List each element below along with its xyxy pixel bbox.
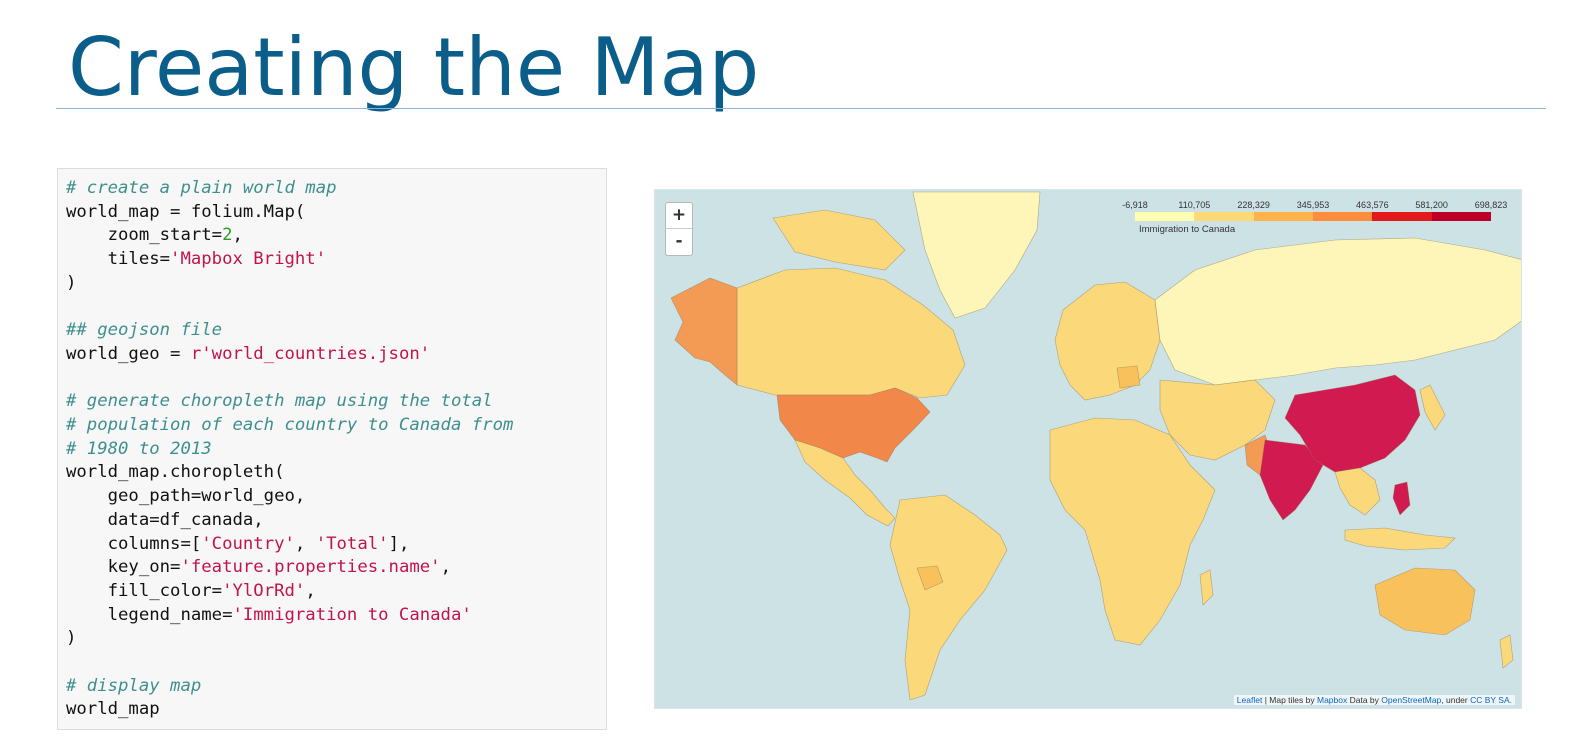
code-string: 'YlOrRd' xyxy=(222,580,306,601)
mapbox-link[interactable]: Mapbox xyxy=(1317,695,1347,705)
legend-tick-label: 698,823 xyxy=(1474,200,1508,210)
code-line: fill_color='YlOrRd', xyxy=(66,581,316,601)
code-text: ) xyxy=(66,272,77,293)
code-comment: # display map xyxy=(66,675,202,696)
code-text: , xyxy=(440,557,451,578)
legend-tick-label: 463,576 xyxy=(1356,200,1389,210)
code-line: data=df_canada, xyxy=(66,510,264,530)
code-line: world_map.choropleth( xyxy=(66,462,285,482)
code-line: # create a plain world map xyxy=(66,178,337,198)
code-number: 2 xyxy=(222,225,233,246)
openstreetmap-link[interactable]: OpenStreetMap xyxy=(1381,695,1441,705)
code-line: geo_path=world_geo, xyxy=(66,486,306,507)
code-text: world_map xyxy=(66,699,160,720)
code-line: columns=['Country', 'Total'], xyxy=(66,533,410,554)
code-line: # 1980 to 2013 xyxy=(66,439,212,459)
map-attribution: Leaflet | Map tiles by Mapbox Data by Op… xyxy=(1233,695,1515,705)
code-text: zoom_start= xyxy=(66,225,223,246)
code-string: 'Immigration to Canada' xyxy=(232,604,472,625)
code-text: legend_name= xyxy=(66,604,233,625)
legend-color-step xyxy=(1372,212,1432,221)
code-line: ## geojson file xyxy=(66,320,222,340)
code-text: columns=[ xyxy=(66,533,202,554)
legend-color-step xyxy=(1312,212,1373,221)
code-cell[interactable]: # create a plain world map world_map = f… xyxy=(57,168,607,730)
legend-color-step xyxy=(1135,212,1195,221)
legend-tick-label: 110,705 xyxy=(1178,200,1211,210)
code-comment: # 1980 to 2013 xyxy=(66,438,212,459)
code-text: key_on= xyxy=(66,557,181,578)
zoom-out-button[interactable]: - xyxy=(666,229,692,255)
code-text: world_geo = xyxy=(66,343,191,364)
code-line: # population of each country to Canada f… xyxy=(66,415,513,435)
attribution-text-1: | Map tiles by xyxy=(1262,695,1317,705)
code-text: , xyxy=(294,533,316,554)
world-map xyxy=(655,190,1521,708)
legend-color-bar xyxy=(1135,212,1491,221)
legend-tick-label: 581,200 xyxy=(1415,200,1448,210)
code-comment: ## geojson file xyxy=(66,320,223,341)
code-line: tiles='Mapbox Bright' xyxy=(66,249,327,270)
code-string: 'Mapbox Bright' xyxy=(170,249,327,270)
title-rule xyxy=(56,108,1546,109)
zoom-control: + - xyxy=(665,202,693,256)
poland-region[interactable] xyxy=(1116,365,1141,389)
code-comment: # population of each country to Canada f… xyxy=(66,415,514,436)
legend-color-step xyxy=(1431,212,1491,221)
code-string: 'feature.properties.name' xyxy=(180,557,441,578)
legend-caption: Immigration to Canada xyxy=(1139,224,1236,235)
code-text: geo_path=world_geo, xyxy=(66,486,306,507)
code-text: , xyxy=(305,580,316,601)
code-text: fill_color= xyxy=(66,580,223,601)
code-string: 'Total' xyxy=(315,533,389,554)
legend-color-step xyxy=(1253,212,1313,221)
legend-color-step xyxy=(1194,212,1254,221)
legend-tick-label: 228,329 xyxy=(1237,200,1270,210)
zoom-in-button[interactable]: + xyxy=(666,203,692,229)
attribution-text-2: Data by xyxy=(1347,695,1382,705)
code-string: r'world_countries.json' xyxy=(190,343,431,364)
code-comment: # create a plain world map xyxy=(66,178,337,198)
license-link[interactable]: CC BY SA. xyxy=(1470,695,1512,705)
code-line: world_map xyxy=(66,699,160,719)
code-text: world_map = folium.Map( xyxy=(66,201,306,222)
code-text: data=df_canada, xyxy=(66,509,264,530)
code-text: world_map.choropleth( xyxy=(66,462,285,483)
map-panel[interactable]: + - -6,918 110,705 228,329 345,953 463,576 58… xyxy=(654,189,1522,709)
code-text: , xyxy=(232,225,243,246)
code-line: zoom_start=2, xyxy=(66,225,243,245)
leaflet-link[interactable]: Leaflet xyxy=(1237,695,1263,705)
code-string: 'Country' xyxy=(201,533,295,554)
slide-title: Creating the Map xyxy=(68,21,760,114)
code-line: ) xyxy=(66,273,76,293)
code-line: legend_name='Immigration to Canada' xyxy=(66,605,472,625)
code-line: world_geo = r'world_countries.json' xyxy=(66,344,430,364)
code-block: # create a plain world map world_map = f… xyxy=(66,177,513,722)
attribution-text-3: , under xyxy=(1441,695,1471,705)
legend-tick-label: -6,918 xyxy=(1122,200,1148,210)
code-comment: # generate choropleth map using the tota… xyxy=(66,391,493,412)
code-line: # generate choropleth map using the tota… xyxy=(66,391,493,411)
code-text: ) xyxy=(66,628,77,649)
code-text: ], xyxy=(388,533,410,554)
legend-tick-label: 345,953 xyxy=(1296,200,1330,210)
code-line: ) xyxy=(66,628,76,648)
code-line: # display map xyxy=(66,676,201,696)
map-legend: -6,918 110,705 228,329 345,953 463,576 581,20… xyxy=(1122,198,1517,238)
code-text: tiles= xyxy=(66,249,171,270)
code-line: world_map = folium.Map( xyxy=(66,202,305,222)
code-line: key_on='feature.properties.name', xyxy=(66,557,451,577)
